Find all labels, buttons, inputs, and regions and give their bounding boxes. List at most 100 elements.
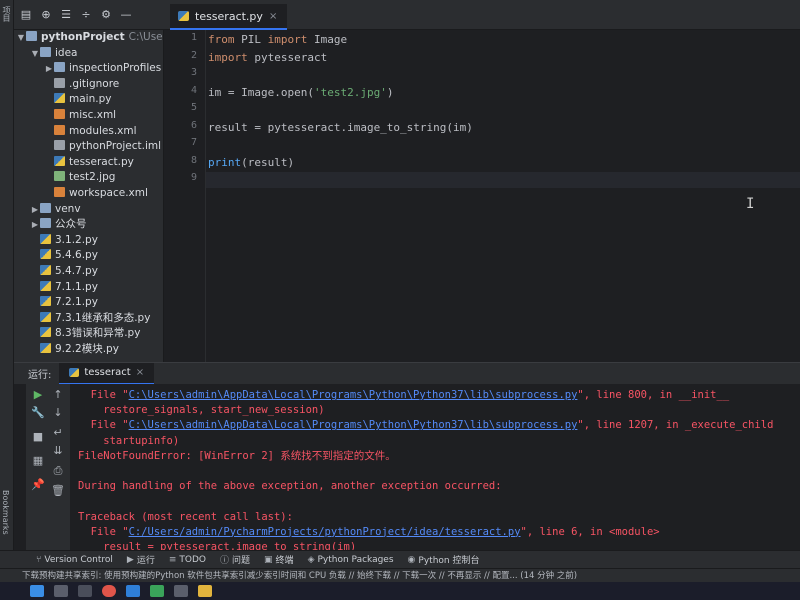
stop-icon[interactable]: ■ <box>31 430 45 444</box>
tree-item[interactable]: misc.xml <box>14 108 163 124</box>
code-editor[interactable]: 123456789 from PIL import Image import py… <box>164 30 800 362</box>
tree-item[interactable]: 8.3错误和异常.py <box>14 326 163 342</box>
pin-icon[interactable]: 📌 <box>31 478 45 492</box>
tree-item[interactable]: 5.4.6.py <box>14 248 163 264</box>
app-icon[interactable] <box>174 585 188 597</box>
chevron-right-icon[interactable]: ▶ <box>30 202 40 218</box>
tree-item[interactable]: workspace.xml <box>14 186 163 202</box>
tool-window-button[interactable]: ⑂ Version Control <box>36 555 113 565</box>
console-file-link[interactable]: C:\Users\admin\AppData\Local\Programs\Py… <box>129 419 578 431</box>
text-file-icon <box>54 77 65 88</box>
tool-window-button[interactable]: ≡ TODO <box>169 555 206 565</box>
tree-item[interactable]: 3.1.2.py <box>14 233 163 249</box>
locate-icon[interactable]: ⊕ <box>40 8 52 21</box>
tree-item[interactable]: ▶ 公众号 <box>14 217 163 233</box>
line-number: 2 <box>190 49 197 61</box>
console-line: File "C:\Users\admin\AppData\Local\Progr… <box>78 418 774 432</box>
soft-wrap-icon[interactable]: ↵ <box>51 426 65 440</box>
file-explorer-icon[interactable] <box>198 585 212 597</box>
tree-item-label: 7.2.1.py <box>55 296 98 309</box>
status-bar[interactable]: 下载预构建共享索引: 使用预构建的Python 软件包共享索引减少索引时间和 C… <box>0 568 800 582</box>
tree-item[interactable]: ▶ inspectionProfiles <box>14 61 163 77</box>
windows-start-icon[interactable] <box>30 585 44 597</box>
print-icon[interactable]: ⎙ <box>51 464 65 478</box>
line-number: 1 <box>190 32 197 43</box>
minimize-icon[interactable]: — <box>120 8 132 21</box>
code-token: result = pytesseract.image_to_string(im) <box>208 120 473 134</box>
tree-item[interactable]: tesseract.py <box>14 155 163 171</box>
tree-item[interactable]: 7.1.1.py <box>14 280 163 296</box>
close-icon[interactable]: × <box>136 367 144 378</box>
code-area[interactable]: from PIL import Image import pytesseract i… <box>208 30 800 362</box>
tree-item[interactable]: ▶ venv <box>14 202 163 218</box>
folder-icon <box>40 202 51 213</box>
tree-item[interactable]: 7.3.1继承和多态.py <box>14 311 163 327</box>
project-tree: ▼pythonProjectC:\Users\a ▼idea▶inspectio… <box>14 30 164 362</box>
tree-item[interactable]: test2.jpg <box>14 170 163 186</box>
code-line[interactable]: result = pytesseract.image_to_string(im) <box>208 120 473 136</box>
arrow-down-icon[interactable]: ↓ <box>51 406 65 420</box>
vcs-icon: ⑂ <box>36 554 42 565</box>
python-file-icon <box>54 155 65 166</box>
console-line: startupinfo) <box>78 434 179 448</box>
code-line[interactable]: import pytesseract <box>208 50 327 66</box>
tree-item[interactable]: pythonProject.iml <box>14 139 163 155</box>
bottom-tool-window-bar: ⑂ Version Control ▶ 运行 ≡ TODO ⓘ 问题 ▣ 终端 ◈ Python Pa… <box>0 550 800 568</box>
tree-item-label: tesseract.py <box>69 155 134 168</box>
tool-window-button[interactable]: ◈ Python Packages <box>308 555 394 565</box>
chevron-down-icon[interactable]: ▼ <box>30 46 40 62</box>
tool-window-button[interactable]: ▶ 运行 <box>127 553 155 567</box>
console-file-link[interactable]: C:\Users\admin\AppData\Local\Programs\Py… <box>129 389 578 401</box>
scroll-to-end-icon[interactable]: ⇊ <box>51 444 65 458</box>
arrow-up-icon[interactable]: ↑ <box>51 388 65 402</box>
pycharm-icon[interactable] <box>150 585 164 597</box>
task-view-icon[interactable] <box>78 585 92 597</box>
collapse-all-icon[interactable]: ÷ <box>80 8 92 21</box>
code-line[interactable]: from PIL import Image <box>208 32 347 48</box>
gear-icon[interactable]: ⚙ <box>100 8 112 21</box>
tree-item[interactable]: 5.4.7.py <box>14 264 163 280</box>
python-file-icon <box>40 249 51 260</box>
tree-item[interactable]: modules.xml <box>14 124 163 140</box>
todo-icon: ≡ <box>168 554 177 565</box>
project-view-icon[interactable]: ▤ <box>20 8 32 21</box>
tool-window-button[interactable]: ▣ 终端 <box>264 553 294 567</box>
close-icon[interactable]: × <box>269 11 277 22</box>
tree-item[interactable]: ▼ idea <box>14 46 163 62</box>
tool-window-button[interactable]: ◉ Python 控制台 <box>408 553 480 567</box>
code-line[interactable]: im = Image.open('test2.jpg') <box>208 85 393 101</box>
project-tool-label[interactable]: 项目 <box>1 6 12 22</box>
console-line: FileNotFoundError: [WinError 2] 系统找不到指定的… <box>78 449 396 463</box>
trash-icon[interactable]: 🗑 <box>51 484 65 498</box>
console-text: File " <box>78 389 129 401</box>
bookmarks-tool-label[interactable]: Bookmarks <box>1 490 10 535</box>
tool-window-label: 问题 <box>232 556 251 566</box>
tool-window-button[interactable]: ⓘ 问题 <box>220 553 250 566</box>
code-line[interactable]: print(result) <box>208 155 294 171</box>
console-file-link[interactable]: C:/Users/admin/PycharmProjects/pythonPro… <box>129 526 521 538</box>
status-message[interactable]: 下载预构建共享索引: 使用预构建的Python 软件包共享索引减少索引时间和 C… <box>22 571 577 581</box>
layout-icon[interactable]: ▦ <box>31 454 45 468</box>
code-token: 'test2.jpg' <box>313 85 387 99</box>
rerun-icon[interactable]: ▶ <box>31 388 45 402</box>
edge-icon[interactable] <box>126 585 140 597</box>
chrome-icon[interactable] <box>102 585 116 597</box>
run-console-output[interactable]: File "C:\Users\admin\AppData\Local\Progr… <box>70 384 800 550</box>
tree-root[interactable]: ▼ pythonProjectC:\Users\a <box>14 30 163 46</box>
xml-file-icon <box>54 124 65 135</box>
run-tab-tesseract[interactable]: tesseract × <box>59 362 155 385</box>
chevron-right-icon[interactable]: ▶ <box>44 61 54 77</box>
chevron-down-icon[interactable]: ▼ <box>16 30 26 46</box>
tree-item[interactable]: 9.2.2模块.py <box>14 342 163 358</box>
tree-item[interactable]: .gitignore <box>14 77 163 93</box>
expand-all-icon[interactable]: ☰ <box>60 8 72 21</box>
console-text: restore_signals, start_new_session) <box>78 404 325 417</box>
tab-tesseract-py[interactable]: tesseract.py × <box>170 4 288 30</box>
tree-item[interactable]: main.py <box>14 92 163 108</box>
chevron-right-icon[interactable]: ▶ <box>30 217 40 233</box>
wrench-icon[interactable]: 🔧 <box>31 406 45 420</box>
python-file-icon <box>40 311 51 322</box>
tree-item[interactable]: 7.2.1.py <box>14 295 163 311</box>
line-number: 9 <box>190 172 197 183</box>
search-icon[interactable] <box>54 585 68 597</box>
